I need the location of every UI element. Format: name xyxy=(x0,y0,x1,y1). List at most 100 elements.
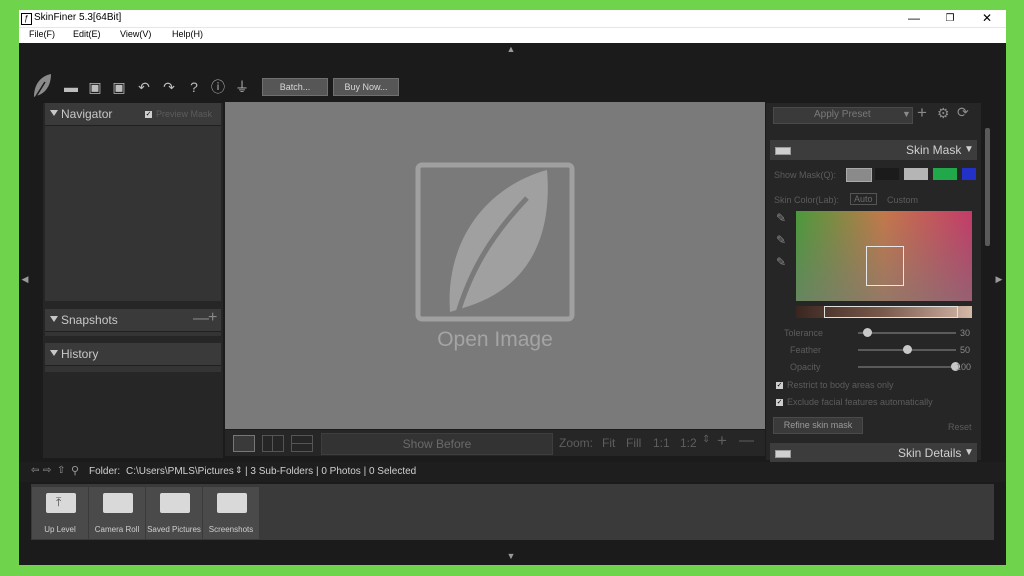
exclude-facial-checkbox[interactable]: ✓ xyxy=(776,399,783,406)
folder-saved-pictures[interactable]: Saved Pictures xyxy=(146,487,202,539)
toggle-switch-icon[interactable] xyxy=(775,450,791,458)
undo-icon[interactable]: ↶ xyxy=(135,78,153,96)
expand-triangle-icon xyxy=(50,110,58,116)
color-range-selection[interactable] xyxy=(866,246,904,286)
help-icon[interactable]: ? xyxy=(185,78,203,96)
single-view-icon[interactable] xyxy=(233,435,255,452)
open-image-icon[interactable] xyxy=(415,162,575,322)
feather-value: 50 xyxy=(960,345,971,355)
tolerance-slider-handle[interactable] xyxy=(863,328,872,337)
search-icon[interactable]: ⚲ xyxy=(71,464,79,477)
eyedropper-subtract-icon[interactable]: ✎ xyxy=(776,255,786,269)
collapse-triangle-icon[interactable]: ▼ xyxy=(964,144,974,155)
buy-now-button[interactable]: Buy Now... xyxy=(333,78,399,96)
collapse-triangle-icon[interactable]: ▼ xyxy=(964,447,974,458)
collapse-top-arrow-icon[interactable]: ▲ xyxy=(505,44,517,54)
expand-triangle-icon xyxy=(50,316,58,322)
eyedropper-add-icon[interactable]: ✎ xyxy=(776,233,786,247)
color-range-handles[interactable] xyxy=(824,306,958,318)
mask-swatch-gray[interactable] xyxy=(846,168,872,182)
leaf-logo-icon xyxy=(31,72,53,100)
zoom-1-2-button[interactable]: 1:2 xyxy=(680,436,697,450)
apply-preset-dropdown[interactable]: Apply Preset ▼ xyxy=(773,107,913,124)
right-panel: Apply Preset ▼ + ⚙ ⟳ Skin Mask ▼ Show Ma… xyxy=(766,103,981,463)
zoom-stepper-icon[interactable]: ⇕ xyxy=(702,434,710,445)
menu-help[interactable]: Help(H) xyxy=(172,29,203,39)
collapse-right-arrow-icon[interactable]: ▶ xyxy=(994,274,1004,285)
zoom-fit-button[interactable]: Fit xyxy=(602,436,615,450)
opacity-slider[interactable] xyxy=(858,366,956,368)
menu-view[interactable]: View(V) xyxy=(120,29,151,39)
folder-camera-roll[interactable]: Camera Roll xyxy=(89,487,145,539)
color-range-bar[interactable] xyxy=(796,306,972,318)
open-folder-icon[interactable]: ▬ xyxy=(62,78,80,96)
folder-up-level[interactable]: ⤒ Up Level xyxy=(32,487,88,539)
zoom-out-icon[interactable]: — xyxy=(739,432,754,449)
reset-button[interactable]: Reset xyxy=(948,422,972,432)
menu-bar: File(F) Edit(E) View(V) Help(H) xyxy=(19,27,1006,43)
redo-icon[interactable]: ↷ xyxy=(160,78,178,96)
snapshots-header[interactable]: Snapshots — + xyxy=(45,309,221,332)
batch-button[interactable]: Batch... xyxy=(262,78,328,96)
custom-button[interactable]: Custom xyxy=(887,195,918,205)
save-icon[interactable]: ▣ xyxy=(86,78,104,96)
history-label: History xyxy=(61,347,99,361)
forward-arrow-icon[interactable]: ⇨ xyxy=(43,465,51,476)
zoom-1-1-button[interactable]: 1:1 xyxy=(653,436,670,450)
collapse-bottom-arrow-icon[interactable]: ▼ xyxy=(505,551,517,561)
right-panel-scrollbar[interactable] xyxy=(985,128,990,246)
mask-swatch-black[interactable] xyxy=(875,168,899,180)
open-image-label[interactable]: Open Image xyxy=(225,328,765,352)
eyedropper-icon[interactable]: ✎ xyxy=(776,211,786,225)
info-icon[interactable]: ⓘ xyxy=(209,78,227,96)
show-before-button[interactable]: Show Before xyxy=(321,433,553,455)
zoom-label: Zoom: xyxy=(559,436,594,450)
minimize-button[interactable]: — xyxy=(896,10,932,27)
preview-mask-checkbox[interactable]: ✓ xyxy=(145,111,152,118)
history-header[interactable]: History xyxy=(45,343,221,366)
menu-edit[interactable]: Edit(E) xyxy=(73,29,101,39)
auto-button[interactable]: Auto xyxy=(850,193,877,205)
tolerance-label: Tolerance xyxy=(784,328,824,338)
skin-details-label: Skin Details xyxy=(898,446,962,460)
mask-swatch-green[interactable] xyxy=(933,168,957,180)
folder-screenshots[interactable]: Screenshots xyxy=(203,487,259,539)
up-arrow-icon[interactable]: ⇧ xyxy=(57,465,65,476)
restrict-body-checkbox[interactable]: ✓ xyxy=(776,382,783,389)
add-snapshot-icon[interactable]: + xyxy=(208,309,217,327)
split-horizontal-view-icon[interactable] xyxy=(291,435,313,452)
browser-status: | 3 Sub-Folders | 0 Photos | 0 Selected xyxy=(245,466,417,477)
folder-path[interactable]: C:\Users\PMLS\Pictures xyxy=(126,466,234,477)
maximize-button[interactable]: ❐ xyxy=(932,10,968,27)
skin-mask-header[interactable]: Skin Mask ▼ xyxy=(770,140,977,160)
back-arrow-icon[interactable]: ⇦ xyxy=(31,465,39,476)
feather-label: Feather xyxy=(790,345,822,355)
folder-icon xyxy=(217,493,247,513)
folder-path-stepper-icon[interactable]: ⇕ xyxy=(235,465,243,476)
folder-label: Folder: xyxy=(89,466,121,477)
navigator-header[interactable]: Navigator ✓ Preview Mask xyxy=(45,103,221,126)
close-button[interactable]: ✕ xyxy=(969,10,1005,27)
snapshots-body xyxy=(45,332,221,336)
feather-slider-handle[interactable] xyxy=(903,345,912,354)
zoom-in-icon[interactable]: + xyxy=(717,431,727,451)
collapse-left-arrow-icon[interactable]: ◀ xyxy=(20,274,30,285)
image-canvas[interactable]: Open Image xyxy=(225,102,765,429)
remove-snapshot-icon[interactable]: — xyxy=(193,310,209,328)
toggle-switch-icon[interactable] xyxy=(775,147,791,155)
refine-skin-mask-button[interactable]: Refine skin mask xyxy=(773,417,863,434)
preset-settings-icon[interactable]: ⚙ xyxy=(937,105,950,122)
folder-icon: ⤒ xyxy=(46,493,76,513)
skin-color-picker[interactable] xyxy=(796,211,972,301)
menu-file[interactable]: File(F) xyxy=(29,29,55,39)
plugin-icon[interactable]: ⏚ xyxy=(233,78,251,96)
zoom-fill-button[interactable]: Fill xyxy=(626,436,641,450)
refresh-preset-icon[interactable]: ⟳ xyxy=(957,104,969,121)
split-vertical-view-icon[interactable] xyxy=(262,435,284,452)
skin-details-header[interactable]: Skin Details ▼ xyxy=(770,443,977,463)
add-preset-icon[interactable]: + xyxy=(917,103,927,123)
mask-swatch-blue[interactable] xyxy=(962,168,976,180)
tolerance-slider[interactable] xyxy=(858,332,956,334)
save-as-icon[interactable]: ▣ xyxy=(110,78,128,96)
mask-swatch-light-gray[interactable] xyxy=(904,168,928,180)
